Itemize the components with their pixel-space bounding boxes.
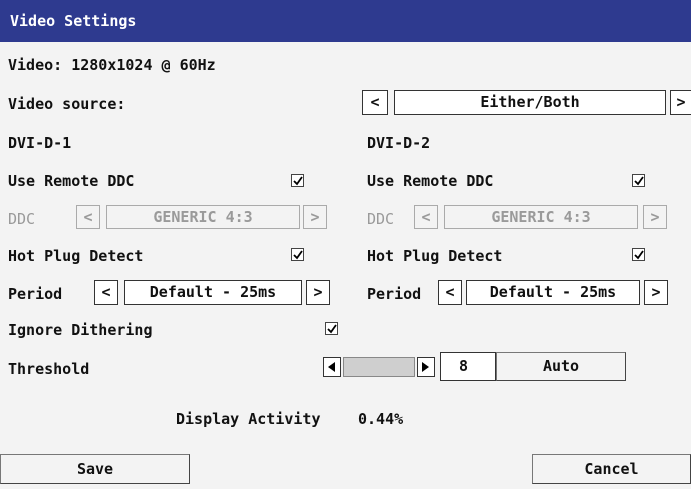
display-activity-value: 0.44% [358, 410, 404, 428]
left-ddc-next-button[interactable]: > [303, 205, 327, 229]
checkmark-icon [293, 250, 303, 260]
threshold-auto-button[interactable]: Auto [496, 352, 626, 381]
left-period-label: Period [8, 285, 63, 303]
video-resolution-info: Video: 1280x1024 @ 60Hz [8, 56, 216, 74]
right-ddc-prev-button[interactable]: < [414, 205, 438, 229]
left-ddc-prev-button[interactable]: < [76, 205, 100, 229]
save-button[interactable]: Save [0, 454, 190, 484]
ignore-dithering-label: Ignore Dithering [8, 321, 153, 339]
left-use-remote-ddc-label: Use Remote DDC [8, 172, 135, 190]
right-period-value: Default - 25ms [466, 280, 640, 305]
checkmark-icon [327, 324, 337, 334]
cancel-button[interactable]: Cancel [532, 454, 691, 484]
left-arrow-icon [328, 362, 335, 372]
left-hot-plug-label: Hot Plug Detect [8, 247, 144, 265]
video-source-value: Either/Both [394, 90, 666, 115]
left-period-value: Default - 25ms [124, 280, 302, 305]
right-period-label: Period [367, 285, 422, 303]
right-ddc-label: DDC [367, 210, 395, 228]
video-settings-window: Video Settings Video: 1280x1024 @ 60Hz V… [0, 0, 691, 489]
left-period-next-button[interactable]: > [306, 280, 330, 305]
right-hot-plug-label: Hot Plug Detect [367, 247, 503, 265]
right-period-next-button[interactable]: > [644, 280, 668, 305]
right-ddc-next-button[interactable]: > [643, 205, 667, 229]
right-ddc-value: GENERIC 4:3 [444, 205, 638, 229]
window-title: Video Settings [10, 12, 137, 30]
threshold-increase-button[interactable] [417, 357, 435, 377]
right-arrow-icon [422, 362, 429, 372]
left-ddc-value: GENERIC 4:3 [106, 205, 300, 229]
left-period-prev-button[interactable]: < [94, 280, 118, 305]
left-use-remote-ddc-checkbox[interactable] [291, 174, 304, 187]
threshold-decrease-button[interactable] [323, 357, 341, 377]
left-ddc-label: DDC [8, 210, 36, 228]
ignore-dithering-checkbox[interactable] [325, 322, 338, 335]
right-use-remote-ddc-label: Use Remote DDC [367, 172, 494, 190]
left-hot-plug-checkbox[interactable] [291, 248, 304, 261]
left-output-header: DVI-D-1 [8, 134, 72, 152]
video-source-prev-button[interactable]: < [362, 90, 388, 115]
video-source-next-button[interactable]: > [670, 90, 691, 115]
checkmark-icon [634, 250, 644, 260]
threshold-value: 8 [440, 352, 496, 381]
checkmark-icon [634, 176, 644, 186]
right-hot-plug-checkbox[interactable] [632, 248, 645, 261]
title-bar: Video Settings [0, 0, 691, 42]
display-activity-label: Display Activity [176, 410, 321, 428]
right-use-remote-ddc-checkbox[interactable] [632, 174, 645, 187]
right-output-header: DVI-D-2 [367, 134, 431, 152]
threshold-slider-track[interactable] [343, 357, 415, 377]
right-period-prev-button[interactable]: < [438, 280, 462, 305]
video-source-label: Video source: [8, 95, 126, 113]
threshold-label: Threshold [8, 360, 90, 378]
checkmark-icon [293, 176, 303, 186]
